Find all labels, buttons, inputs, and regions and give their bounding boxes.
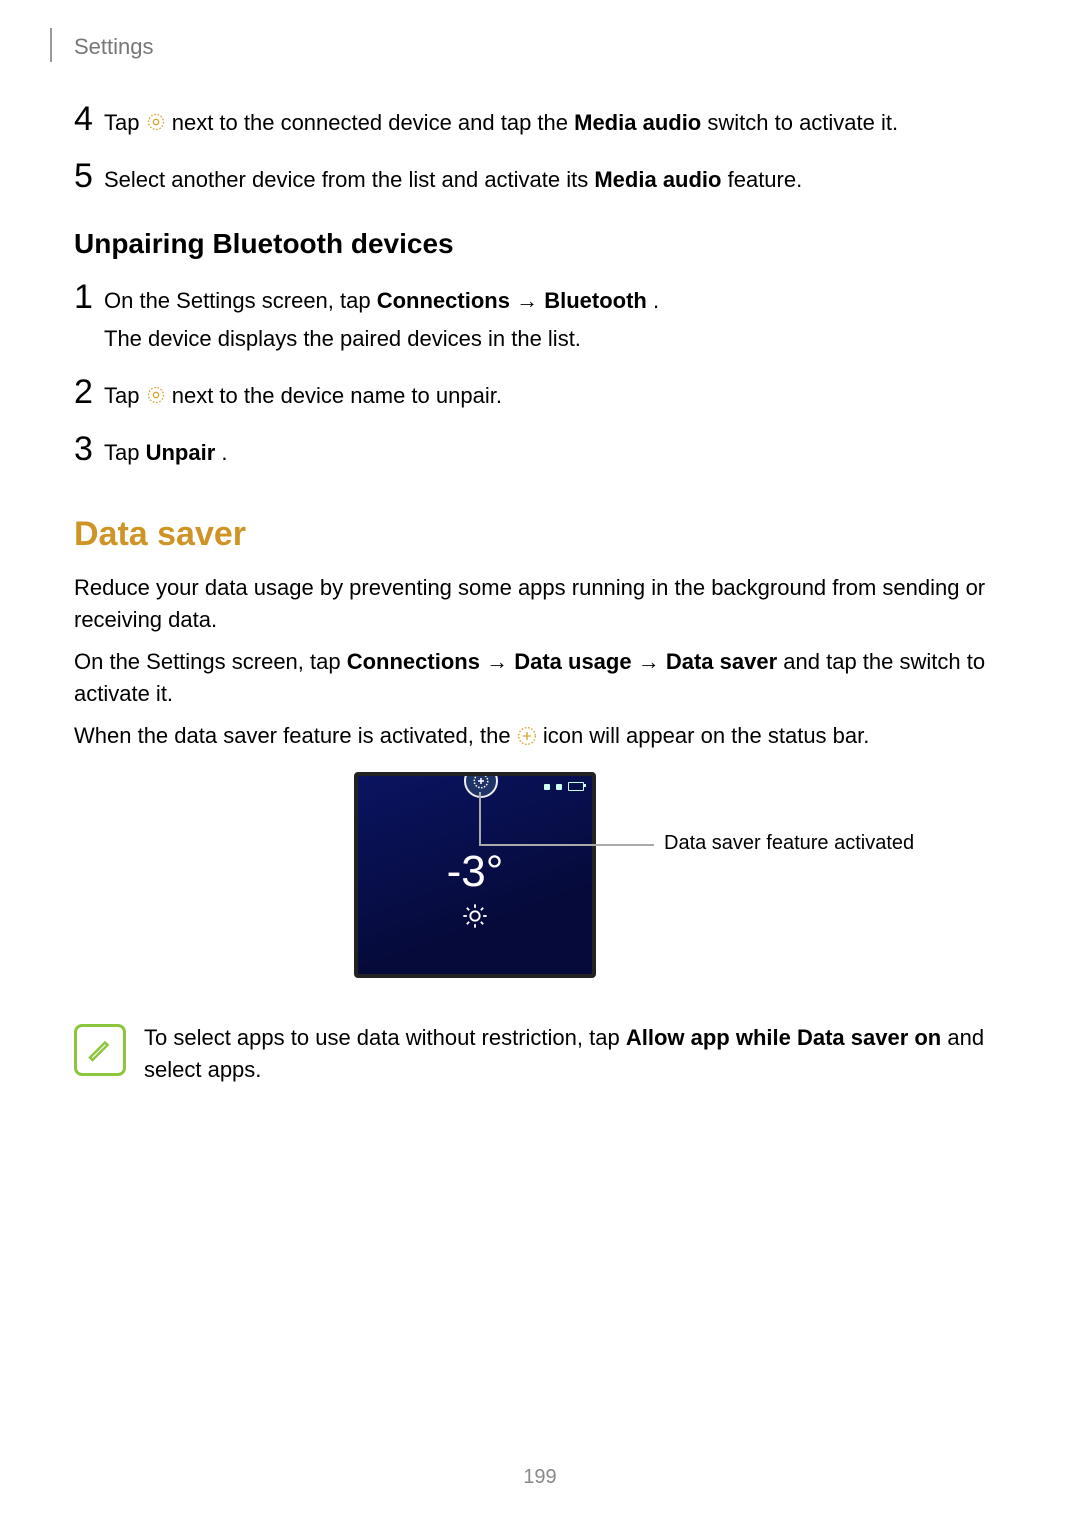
step-number: 5 bbox=[74, 159, 104, 193]
text: To select apps to use data without restr… bbox=[144, 1025, 626, 1050]
text-bold: Media audio bbox=[574, 110, 701, 135]
note: To select apps to use data without restr… bbox=[74, 1022, 1006, 1086]
data-saver-status-icon bbox=[464, 772, 498, 798]
step-body: Tap next to the device name to unpair. bbox=[104, 378, 1006, 418]
text: Select another device from the list and … bbox=[104, 167, 594, 192]
step-number: 3 bbox=[74, 432, 104, 466]
text: Tap bbox=[104, 383, 146, 408]
para: Reduce your data usage by preventing som… bbox=[74, 572, 1006, 636]
note-icon bbox=[74, 1024, 126, 1076]
text: . bbox=[221, 440, 227, 465]
step-body: On the Settings screen, tap Connections … bbox=[104, 283, 1006, 361]
text-bold: Data saver bbox=[666, 649, 777, 674]
page-number: 199 bbox=[0, 1466, 1080, 1489]
text: → bbox=[638, 649, 666, 674]
unpair-step-2: 2 Tap next to the device name to unpair. bbox=[74, 375, 1006, 418]
text-bold: Allow app while Data saver on bbox=[626, 1025, 941, 1050]
step-number: 2 bbox=[74, 375, 104, 409]
callout-line bbox=[596, 844, 654, 846]
step-body: Select another device from the list and … bbox=[104, 162, 1006, 202]
temperature-value: -3° bbox=[358, 850, 592, 894]
signal-icon bbox=[556, 784, 562, 790]
text: When the data saver feature is activated… bbox=[74, 723, 517, 748]
data-saver-icon bbox=[517, 723, 543, 748]
text-bold: Unpair bbox=[146, 440, 216, 465]
text-bold: Connections bbox=[347, 649, 480, 674]
heading-data-saver: Data saver bbox=[74, 515, 1006, 554]
step-body: Tap Unpair . bbox=[104, 435, 1006, 475]
text: next to the connected device and tap the bbox=[172, 110, 574, 135]
text-bold: Media audio bbox=[594, 167, 721, 192]
step-number: 4 bbox=[74, 102, 104, 136]
text: switch to activate it. bbox=[707, 110, 898, 135]
text: Tap bbox=[104, 440, 146, 465]
text: → bbox=[516, 288, 544, 313]
gear-icon bbox=[146, 110, 172, 135]
step-5: 5 Select another device from the list an… bbox=[74, 159, 1006, 202]
phone-center: -3° bbox=[358, 850, 592, 930]
unpair-step-3: 3 Tap Unpair . bbox=[74, 432, 1006, 475]
text-bold: Connections bbox=[377, 288, 510, 313]
signal-icon bbox=[544, 784, 550, 790]
text: next to the device name to unpair. bbox=[172, 383, 502, 408]
header-section-label: Settings bbox=[74, 34, 154, 60]
text: On the Settings screen, tap bbox=[104, 288, 377, 313]
text: . bbox=[653, 288, 659, 313]
text: feature. bbox=[728, 167, 803, 192]
callout-label: Data saver feature activated bbox=[664, 832, 914, 855]
callout-line bbox=[479, 844, 597, 846]
step-number: 1 bbox=[74, 280, 104, 314]
para: On the Settings screen, tap Connections … bbox=[74, 646, 1006, 710]
step-4: 4 Tap next to the connected device and t… bbox=[74, 102, 1006, 145]
gear-icon bbox=[146, 383, 172, 408]
text: icon will appear on the status bar. bbox=[543, 723, 870, 748]
para: When the data saver feature is activated… bbox=[74, 720, 1006, 752]
header-divider bbox=[50, 28, 52, 62]
step-body: Tap next to the connected device and tap… bbox=[104, 105, 1006, 145]
figure-data-saver: -3° bbox=[74, 772, 1006, 1012]
text-bold: Bluetooth bbox=[544, 288, 647, 313]
unpair-step-1: 1 On the Settings screen, tap Connection… bbox=[74, 280, 1006, 361]
text: Tap bbox=[104, 110, 146, 135]
text: On the Settings screen, tap bbox=[74, 649, 347, 674]
phone-frame: -3° bbox=[354, 772, 596, 978]
sun-icon bbox=[461, 902, 489, 930]
page-content: 4 Tap next to the connected device and t… bbox=[74, 102, 1006, 1086]
note-body: To select apps to use data without restr… bbox=[144, 1022, 1006, 1086]
battery-icon bbox=[568, 782, 584, 791]
text-bold: Data usage bbox=[514, 649, 631, 674]
callout-line bbox=[479, 792, 481, 846]
phone-status-bar bbox=[544, 782, 584, 791]
subheading-unpairing: Unpairing Bluetooth devices bbox=[74, 228, 1006, 260]
text: → bbox=[486, 649, 514, 674]
text: The device displays the paired devices i… bbox=[104, 323, 1006, 355]
